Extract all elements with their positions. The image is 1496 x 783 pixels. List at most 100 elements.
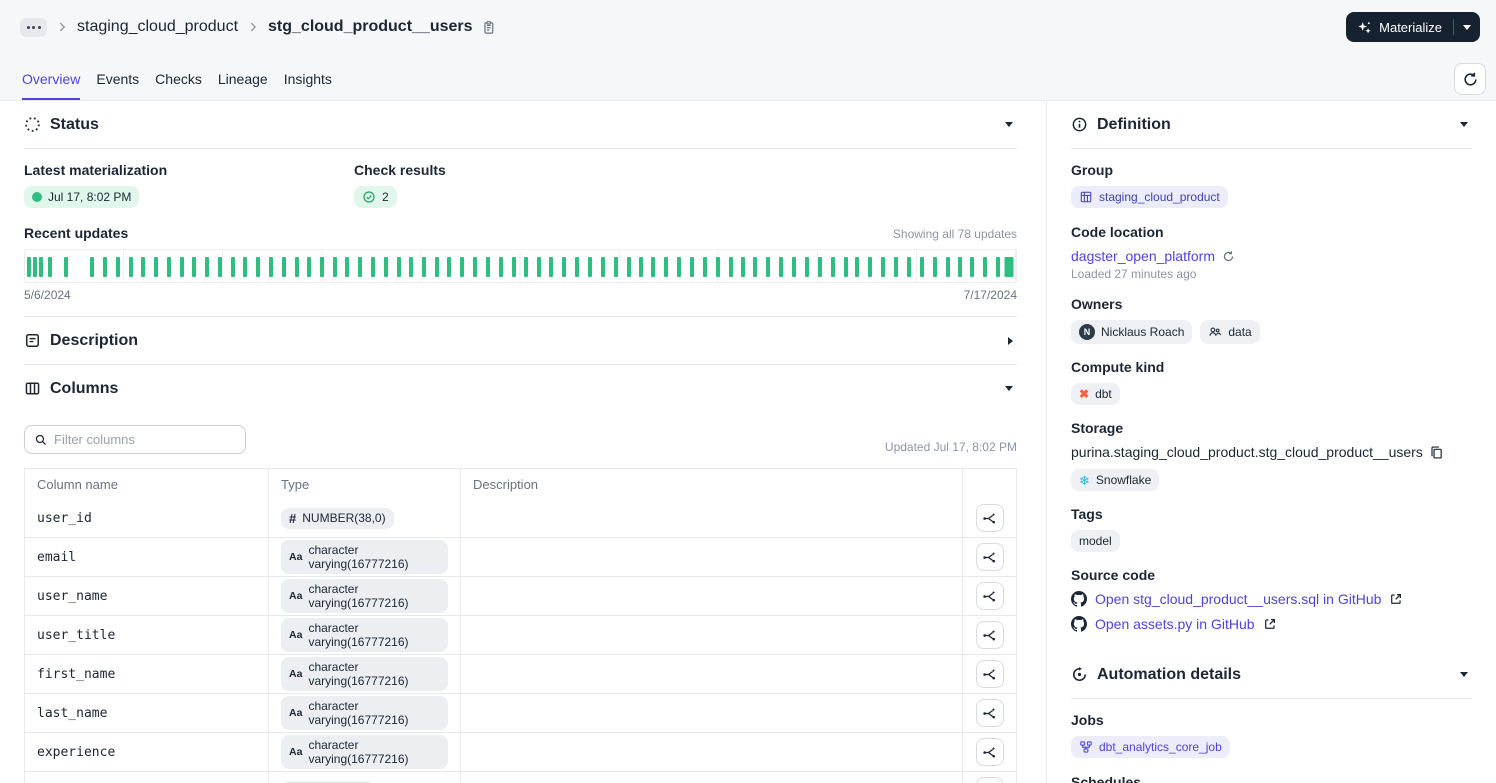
source-code-link[interactable]: Open stg_cloud_product__users.sql in Git… xyxy=(1095,591,1381,607)
view-column-lineage-button[interactable] xyxy=(975,504,1004,532)
update-tick[interactable] xyxy=(435,257,440,277)
update-tick[interactable] xyxy=(116,257,121,277)
update-tick[interactable] xyxy=(715,257,720,277)
definition-collapse-button[interactable] xyxy=(1456,118,1472,131)
tag-badge[interactable]: model xyxy=(1071,530,1120,552)
update-tick[interactable] xyxy=(792,257,797,277)
update-tick[interactable] xyxy=(574,257,579,277)
status-collapse-button[interactable] xyxy=(1001,118,1017,131)
latest-materialization-badge[interactable]: Jul 17, 8:02 PM xyxy=(24,186,140,208)
view-column-lineage-button[interactable] xyxy=(975,699,1004,727)
update-tick[interactable] xyxy=(218,257,223,277)
view-column-lineage-button[interactable] xyxy=(975,777,1004,783)
source-code-link[interactable]: Open assets.py in GitHub xyxy=(1095,616,1255,632)
update-tick[interactable] xyxy=(1004,257,1014,277)
update-tick[interactable] xyxy=(231,257,236,277)
update-tick[interactable] xyxy=(894,257,899,277)
automation-collapse-button[interactable] xyxy=(1456,668,1472,681)
breadcrumb-more-button[interactable] xyxy=(20,17,47,37)
update-tick[interactable] xyxy=(333,257,338,277)
check-results-badge[interactable]: 2 xyxy=(354,186,397,208)
tab-lineage[interactable]: Lineage xyxy=(218,71,268,100)
update-tick[interactable] xyxy=(830,257,835,277)
view-column-lineage-button[interactable] xyxy=(975,582,1004,610)
update-tick[interactable] xyxy=(524,257,529,277)
update-tick[interactable] xyxy=(370,257,375,277)
update-tick[interactable] xyxy=(600,257,605,277)
materialize-options-button[interactable] xyxy=(1454,12,1480,42)
update-tick[interactable] xyxy=(932,257,937,277)
view-column-lineage-button[interactable] xyxy=(975,621,1004,649)
update-tick[interactable] xyxy=(153,257,158,277)
description-expand-button[interactable] xyxy=(1004,333,1017,349)
tab-overview[interactable]: Overview xyxy=(22,71,81,100)
update-tick[interactable] xyxy=(996,257,1001,277)
reload-location-icon[interactable] xyxy=(1222,250,1235,263)
tab-checks[interactable]: Checks xyxy=(155,71,202,100)
update-tick[interactable] xyxy=(753,257,758,277)
refresh-button[interactable] xyxy=(1454,63,1486,95)
update-tick[interactable] xyxy=(47,257,52,277)
owner-team-badge[interactable]: data xyxy=(1200,320,1260,344)
copy-storage-path-icon[interactable] xyxy=(1429,445,1444,460)
update-tick[interactable] xyxy=(537,257,542,277)
update-tick[interactable] xyxy=(651,257,656,277)
update-tick[interactable] xyxy=(728,257,733,277)
view-column-lineage-button[interactable] xyxy=(975,660,1004,688)
update-tick[interactable] xyxy=(766,257,771,277)
update-tick[interactable] xyxy=(268,257,273,277)
tab-insights[interactable]: Insights xyxy=(284,71,332,100)
update-tick[interactable] xyxy=(741,257,746,277)
update-tick[interactable] xyxy=(422,257,427,277)
update-tick[interactable] xyxy=(906,257,911,277)
update-tick[interactable] xyxy=(357,257,362,277)
materialize-button[interactable]: Materialize xyxy=(1346,12,1453,42)
update-tick[interactable] xyxy=(32,257,37,277)
columns-collapse-button[interactable] xyxy=(1001,382,1017,395)
view-column-lineage-button[interactable] xyxy=(975,738,1004,766)
update-tick[interactable] xyxy=(587,257,592,277)
description-section-header[interactable]: Description xyxy=(24,317,1017,364)
update-tick[interactable] xyxy=(205,257,210,277)
tab-events[interactable]: Events xyxy=(96,71,139,100)
update-tick[interactable] xyxy=(255,257,260,277)
update-tick[interactable] xyxy=(868,257,873,277)
update-tick[interactable] xyxy=(817,257,822,277)
update-tick[interactable] xyxy=(613,257,618,277)
automation-section-header[interactable]: Automation details xyxy=(1071,651,1472,698)
update-tick[interactable] xyxy=(919,257,924,277)
update-tick[interactable] xyxy=(702,257,707,277)
update-tick[interactable] xyxy=(90,257,95,277)
update-tick[interactable] xyxy=(626,257,631,277)
update-tick[interactable] xyxy=(843,257,848,277)
update-tick[interactable] xyxy=(472,257,477,277)
update-tick[interactable] xyxy=(804,257,809,277)
update-tick[interactable] xyxy=(779,257,784,277)
update-tick[interactable] xyxy=(549,257,554,277)
update-tick[interactable] xyxy=(179,257,184,277)
job-badge[interactable]: dbt_analytics_core_job xyxy=(1071,736,1230,758)
update-tick[interactable] xyxy=(855,257,860,277)
columns-section-header[interactable]: Columns xyxy=(24,365,1017,412)
update-tick[interactable] xyxy=(677,257,682,277)
update-tick[interactable] xyxy=(689,257,694,277)
update-tick[interactable] xyxy=(63,257,68,277)
update-tick[interactable] xyxy=(639,257,644,277)
update-tick[interactable] xyxy=(192,257,197,277)
status-section-header[interactable]: Status xyxy=(24,101,1017,148)
update-tick[interactable] xyxy=(498,257,503,277)
group-badge[interactable]: staging_cloud_product xyxy=(1071,186,1228,208)
breadcrumb-group-link[interactable]: staging_cloud_product xyxy=(77,18,238,36)
update-tick[interactable] xyxy=(460,257,465,277)
storage-platform-badge[interactable]: ❄ Snowflake xyxy=(1071,469,1160,491)
update-tick[interactable] xyxy=(307,257,312,277)
definition-section-header[interactable]: Definition xyxy=(1071,101,1472,148)
update-tick[interactable] xyxy=(983,257,988,277)
owner-user-badge[interactable]: N Nicklaus Roach xyxy=(1071,320,1193,344)
update-tick[interactable] xyxy=(383,257,388,277)
update-tick[interactable] xyxy=(103,257,108,277)
code-location-link[interactable]: dagster_open_platform xyxy=(1071,248,1215,264)
update-tick[interactable] xyxy=(140,257,145,277)
update-tick[interactable] xyxy=(485,257,490,277)
update-tick[interactable] xyxy=(562,257,567,277)
